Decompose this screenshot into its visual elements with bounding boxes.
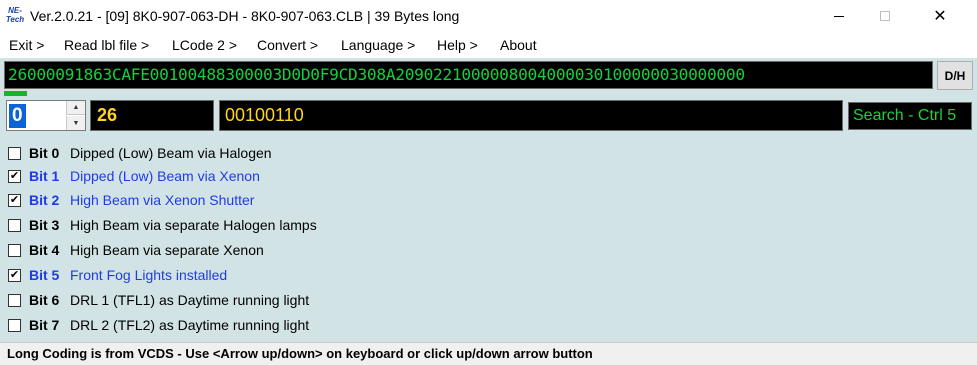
- window-title: Ver.2.0.21 - [09] 8K0-907-063-DH - 8K0-9…: [30, 8, 460, 24]
- status-bar: Long Coding is from VCDS - Use <Arrow up…: [0, 342, 977, 365]
- bit-description: Front Fog Lights installed: [70, 267, 228, 283]
- bit-row-4[interactable]: Bit 4 High Beam via separate Xenon: [0, 239, 600, 261]
- menu-convert[interactable]: Convert >: [257, 37, 318, 53]
- menu-language[interactable]: Language >: [341, 37, 415, 53]
- bit-row-1[interactable]: ✔ Bit 1 Dipped (Low) Beam via Xenon: [0, 165, 600, 187]
- close-button[interactable]: ✕: [917, 0, 963, 32]
- minimize-icon: [834, 15, 844, 17]
- long-coding-field[interactable]: 26000091863CAFE00100488300003D0D0F9CD308…: [4, 61, 933, 89]
- bit-6-checkbox[interactable]: [8, 293, 21, 307]
- menu-bar: Exit > Read lbl file > LCode 2 > Convert…: [0, 33, 977, 58]
- byte-index-value[interactable]: 0: [9, 104, 26, 128]
- main-panel: 26000091863CAFE00100488300003D0D0F9CD308…: [0, 58, 977, 342]
- menu-help[interactable]: Help >: [437, 37, 478, 53]
- stepper-up-button[interactable]: ▲: [66, 101, 85, 115]
- bit-description: Dipped (Low) Beam via Xenon: [70, 168, 260, 184]
- stepper-down-button[interactable]: ▼: [66, 116, 85, 130]
- bit-1-checkbox[interactable]: ✔: [8, 169, 21, 183]
- chevron-down-icon: ▼: [72, 119, 80, 127]
- bit-description: High Beam via Xenon Shutter: [70, 192, 255, 208]
- byte-index-stepper[interactable]: 0 ▲ ▼: [6, 100, 86, 131]
- bit-label: Bit 3: [29, 217, 60, 233]
- bit-label: Bit 4: [29, 242, 60, 258]
- menu-read-lbl-file[interactable]: Read lbl file >: [64, 37, 149, 53]
- maximize-icon: [880, 11, 890, 21]
- bit-row-6[interactable]: Bit 6 DRL 1 (TFL1) as Daytime running li…: [0, 289, 600, 311]
- byte-hex-field[interactable]: 26: [90, 100, 214, 131]
- bit-row-0[interactable]: Bit 0 Dipped (Low) Beam via Halogen: [0, 142, 600, 164]
- bit-label: Bit 5: [29, 267, 60, 283]
- bit-description: DRL 2 (TFL2) as Daytime running light: [70, 317, 310, 333]
- bit-description: Dipped (Low) Beam via Halogen: [70, 145, 272, 161]
- bit-label: Bit 7: [29, 317, 60, 333]
- menu-lcode[interactable]: LCode 2 >: [172, 37, 237, 53]
- dh-button[interactable]: D/H: [937, 61, 973, 90]
- app-logo-text: NE-Tech: [5, 6, 25, 24]
- app-logo: NE-Tech: [5, 6, 25, 26]
- bit-description: High Beam via separate Xenon: [70, 242, 264, 258]
- menu-about[interactable]: About: [500, 37, 537, 53]
- bit-0-checkbox[interactable]: [8, 146, 21, 160]
- minimize-button[interactable]: [816, 0, 862, 32]
- bit-label: Bit 2: [29, 192, 60, 208]
- bit-description: High Beam via separate Halogen lamps: [70, 217, 317, 233]
- chevron-up-icon: ▲: [72, 104, 80, 111]
- bit-2-checkbox[interactable]: ✔: [8, 193, 21, 207]
- bit-5-checkbox[interactable]: ✔: [8, 268, 21, 282]
- position-progress-bar: [4, 91, 28, 96]
- bit-row-7[interactable]: Bit 7 DRL 2 (TFL2) as Daytime running li…: [0, 314, 600, 336]
- bit-7-checkbox[interactable]: [8, 318, 21, 332]
- bit-4-checkbox[interactable]: [8, 243, 21, 257]
- close-icon: ✕: [933, 8, 947, 25]
- bit-description: DRL 1 (TFL1) as Daytime running light: [70, 292, 310, 308]
- bit-label: Bit 1: [29, 168, 60, 184]
- bit-row-3[interactable]: Bit 3 High Beam via separate Halogen lam…: [0, 214, 600, 236]
- bit-3-checkbox[interactable]: [8, 218, 21, 232]
- byte-binary-field[interactable]: 00100110: [219, 100, 843, 131]
- bit-label: Bit 6: [29, 292, 60, 308]
- menu-exit[interactable]: Exit >: [9, 37, 44, 53]
- maximize-button[interactable]: [862, 0, 908, 32]
- bit-row-2[interactable]: ✔ Bit 2 High Beam via Xenon Shutter: [0, 189, 600, 211]
- bit-row-5[interactable]: ✔ Bit 5 Front Fog Lights installed: [0, 264, 600, 286]
- title-bar: NE-Tech Ver.2.0.21 - [09] 8K0-907-063-DH…: [0, 0, 977, 33]
- search-button[interactable]: Search - Ctrl 5: [848, 102, 972, 130]
- bit-label: Bit 0: [29, 145, 60, 161]
